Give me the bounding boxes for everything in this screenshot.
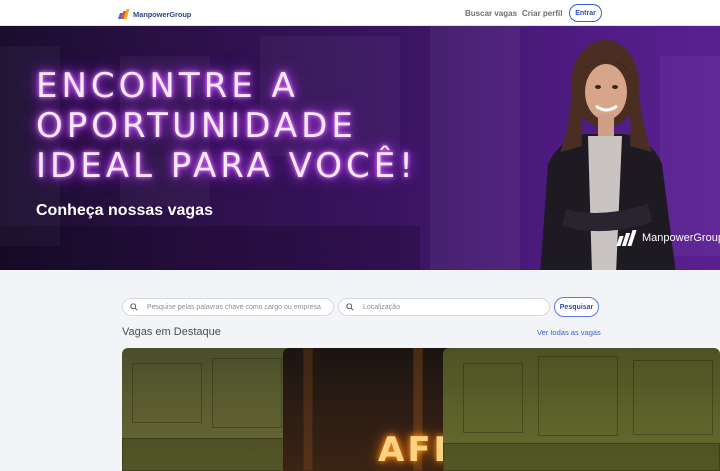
manpowergroup-logo[interactable]: ManpowerGroup — [118, 8, 192, 20]
search-icon — [130, 303, 138, 311]
top-header: ManpowerGroup Buscar vagas Criar perfil … — [0, 0, 720, 26]
search-button[interactable]: Pesquisar — [554, 297, 599, 317]
hero-brand-text: ManpowerGroup — [642, 232, 720, 244]
keyword-placeholder: Pesquise pelas palavras chave como cargo… — [147, 303, 321, 311]
featured-section-title: Vagas em Destaque — [122, 326, 221, 338]
hero-banner: ENCONTRE A OPORTUNIDADE IDEAL PARA VOCÊ!… — [0, 26, 720, 270]
logo-text: ManpowerGroup — [133, 9, 192, 19]
job-card[interactable]: AFII — [283, 348, 458, 471]
hero-brand-logo: ManpowerGroup — [616, 230, 720, 246]
nav-buscar-vagas[interactable]: Buscar vagas — [465, 9, 517, 18]
keyword-search-input[interactable]: Pesquise pelas palavras chave como cargo… — [122, 298, 334, 316]
nav-criar-perfil[interactable]: Criar perfil — [522, 9, 562, 18]
card-image-floor — [122, 438, 297, 471]
search-icon — [346, 303, 354, 311]
background-floor — [0, 226, 420, 270]
card-image-shelf — [633, 360, 713, 435]
brand-mark-icon — [616, 230, 638, 246]
job-card[interactable] — [122, 348, 297, 471]
card-image-shelf — [538, 356, 618, 436]
login-button[interactable]: Entrar — [569, 4, 602, 22]
see-all-jobs-link[interactable]: Ver todas as vagas — [537, 328, 601, 337]
card-image-beam — [303, 348, 313, 471]
card-image-floor — [443, 443, 720, 471]
location-placeholder: Localização — [363, 303, 400, 311]
card-image-shelf — [132, 363, 202, 423]
location-search-input[interactable]: Localização — [338, 298, 550, 316]
card-image-shelf — [463, 363, 523, 433]
card-image-shelf — [212, 358, 282, 428]
hero-title: ENCONTRE A OPORTUNIDADE IDEAL PARA VOCÊ! — [36, 66, 417, 186]
logo-mark-icon — [118, 9, 130, 19]
job-card[interactable] — [443, 348, 720, 471]
hero-subtitle: Conheça nossas vagas — [36, 202, 213, 219]
